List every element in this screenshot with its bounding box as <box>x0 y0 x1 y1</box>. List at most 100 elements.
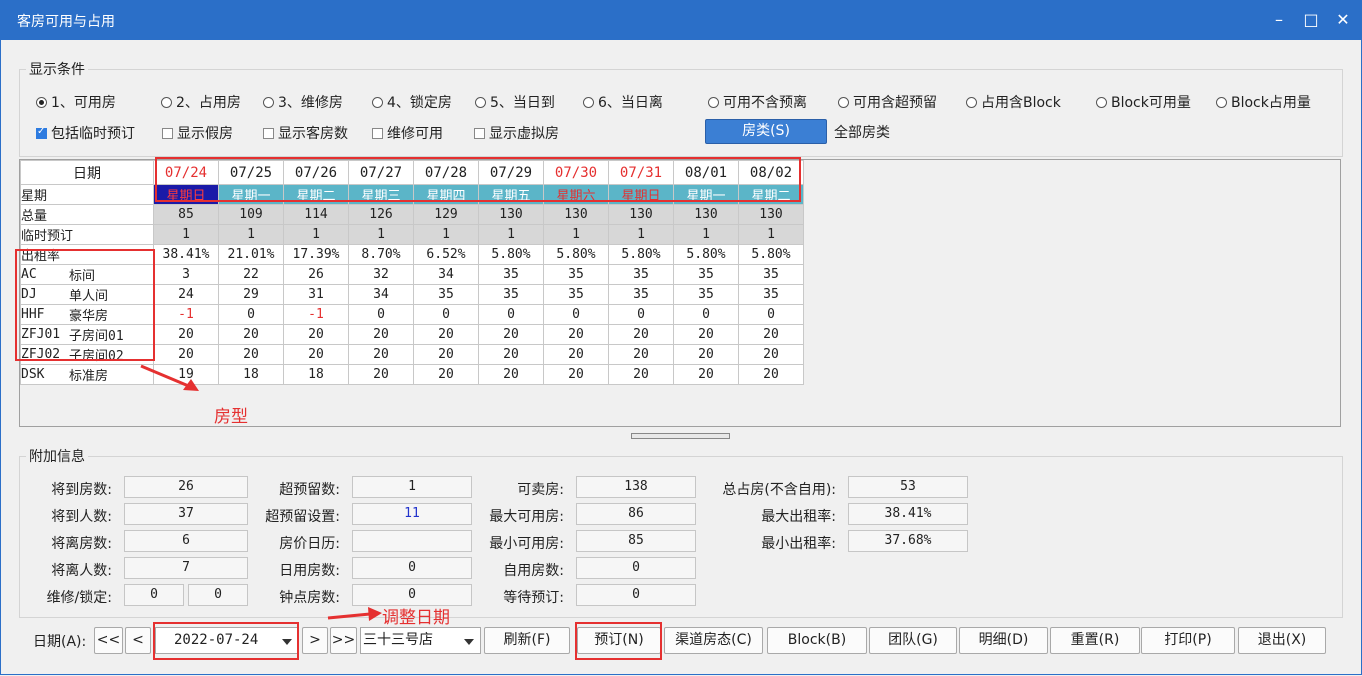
splitter-handle[interactable] <box>631 433 730 439</box>
checkbox-option[interactable]: 显示客房数 <box>263 123 348 143</box>
grid-cell[interactable]: 35 <box>673 284 739 305</box>
grid-cell[interactable]: 20 <box>478 364 544 385</box>
grid-cell[interactable]: 35 <box>673 264 739 285</box>
grid-cell[interactable]: 18 <box>218 364 284 385</box>
grid-cell[interactable]: 20 <box>283 324 349 345</box>
grid-cell[interactable]: 20 <box>608 364 674 385</box>
grid-cell[interactable]: 20 <box>413 344 479 365</box>
grid-cell[interactable]: 20 <box>153 324 219 345</box>
grid-cell[interactable]: 35 <box>543 264 609 285</box>
grid-cell[interactable]: 35 <box>738 284 804 305</box>
radio-option[interactable]: 3、维修房 <box>263 92 343 112</box>
grid-cell[interactable]: 20 <box>218 324 284 345</box>
grid-cell[interactable]: 20 <box>673 364 739 385</box>
extra-col3-label: 最小可用房: <box>489 536 564 552</box>
grid-cell[interactable]: 35 <box>478 284 544 305</box>
radio-option[interactable]: 4、锁定房 <box>372 92 452 112</box>
grid-cell[interactable]: 35 <box>738 264 804 285</box>
grid-cell[interactable]: 0 <box>608 304 674 325</box>
radio-option[interactable]: Block可用量 <box>1096 92 1191 112</box>
grid-cell[interactable]: 20 <box>413 364 479 385</box>
grid-cell[interactable]: 29 <box>218 284 284 305</box>
prev-button[interactable]: < <box>125 627 151 654</box>
grid-cell[interactable]: 35 <box>608 264 674 285</box>
grid-cell[interactable]: 20 <box>738 364 804 385</box>
radio-option[interactable]: 2、占用房 <box>161 92 241 112</box>
grid-cell[interactable]: 20 <box>738 344 804 365</box>
room-type-button[interactable]: 房类(S) <box>705 119 827 144</box>
grid-cell[interactable]: 34 <box>413 264 479 285</box>
radio-option[interactable]: 5、当日到 <box>475 92 555 112</box>
action-button[interactable]: 打印(P) <box>1141 627 1235 654</box>
action-button[interactable]: 退出(X) <box>1238 627 1326 654</box>
action-button[interactable]: 渠道房态(C) <box>664 627 763 654</box>
grid-cell[interactable]: 20 <box>348 324 414 345</box>
grid-cell: 5.80% <box>738 244 804 265</box>
grid-cell[interactable]: -1 <box>153 304 219 325</box>
close-button[interactable]: ✕ <box>1329 6 1357 34</box>
grid-cell[interactable]: 20 <box>543 344 609 365</box>
next-button[interactable]: > <box>302 627 328 654</box>
checkbox-option[interactable]: 包括临时预订 <box>36 123 135 143</box>
radio-option[interactable]: Block占用量 <box>1216 92 1311 112</box>
grid-cell[interactable]: 31 <box>283 284 349 305</box>
grid-cell[interactable]: 20 <box>673 324 739 345</box>
grid-cell[interactable]: 32 <box>348 264 414 285</box>
grid-cell[interactable]: 3 <box>153 264 219 285</box>
radio-dot-icon <box>583 96 594 108</box>
grid-cell[interactable]: 35 <box>608 284 674 305</box>
checkbox-option[interactable]: 显示虚拟房 <box>474 123 559 143</box>
last-button[interactable]: >> <box>330 627 357 654</box>
radio-option[interactable]: 1、可用房 <box>36 92 116 112</box>
action-button[interactable]: 刷新(F) <box>484 627 570 654</box>
minimize-button[interactable]: – <box>1265 6 1293 34</box>
grid-cell[interactable]: 20 <box>283 344 349 365</box>
grid-cell[interactable]: 20 <box>218 344 284 365</box>
radio-label: 占用含Block <box>981 95 1061 111</box>
grid-cell[interactable]: 20 <box>348 344 414 365</box>
grid-cell[interactable]: 35 <box>543 284 609 305</box>
grid-cell[interactable]: 0 <box>673 304 739 325</box>
grid-cell[interactable]: 26 <box>283 264 349 285</box>
reserve-button-highlight <box>575 622 662 660</box>
grid-cell[interactable]: 20 <box>608 324 674 345</box>
radio-option[interactable]: 可用含超预留 <box>838 92 937 112</box>
grid-cell[interactable]: 20 <box>608 344 674 365</box>
grid-cell[interactable]: 20 <box>478 324 544 345</box>
checkbox-option[interactable]: 显示假房 <box>162 123 233 143</box>
grid-cell[interactable]: -1 <box>283 304 349 325</box>
radio-option[interactable]: 占用含Block <box>966 92 1061 112</box>
action-button[interactable]: 团队(G) <box>869 627 957 654</box>
grid-cell[interactable]: 20 <box>738 324 804 345</box>
action-button[interactable]: Block(B) <box>767 627 867 654</box>
grid-cell[interactable]: 22 <box>218 264 284 285</box>
grid-cell[interactable]: 20 <box>543 364 609 385</box>
extra-col1-field: 26 <box>124 476 248 498</box>
grid-cell[interactable]: 24 <box>153 284 219 305</box>
date-picker-highlight <box>153 622 299 660</box>
grid-cell[interactable]: 20 <box>348 364 414 385</box>
grid-cell[interactable]: 20 <box>413 324 479 345</box>
radio-option[interactable]: 6、当日离 <box>583 92 663 112</box>
action-button[interactable]: 重置(R) <box>1050 627 1140 654</box>
grid-cell[interactable]: 0 <box>413 304 479 325</box>
grid-cell[interactable]: 20 <box>673 344 739 365</box>
grid-cell: 1 <box>218 224 284 245</box>
radio-option[interactable]: 可用不含预离 <box>708 92 807 112</box>
maximize-button[interactable]: □ <box>1297 6 1325 34</box>
store-select[interactable]: 三十三号店 <box>360 627 481 654</box>
grid-cell[interactable]: 35 <box>413 284 479 305</box>
grid-cell[interactable]: 0 <box>348 304 414 325</box>
grid-cell[interactable]: 0 <box>218 304 284 325</box>
grid-cell[interactable]: 20 <box>478 344 544 365</box>
grid-cell[interactable]: 0 <box>543 304 609 325</box>
checkbox-option[interactable]: 维修可用 <box>372 123 443 143</box>
grid-cell[interactable]: 0 <box>738 304 804 325</box>
grid-cell[interactable]: 20 <box>543 324 609 345</box>
grid-cell[interactable]: 35 <box>478 264 544 285</box>
grid-cell[interactable]: 0 <box>478 304 544 325</box>
grid-cell[interactable]: 34 <box>348 284 414 305</box>
action-button[interactable]: 明细(D) <box>959 627 1048 654</box>
first-button[interactable]: << <box>94 627 123 654</box>
grid-cell[interactable]: 18 <box>283 364 349 385</box>
